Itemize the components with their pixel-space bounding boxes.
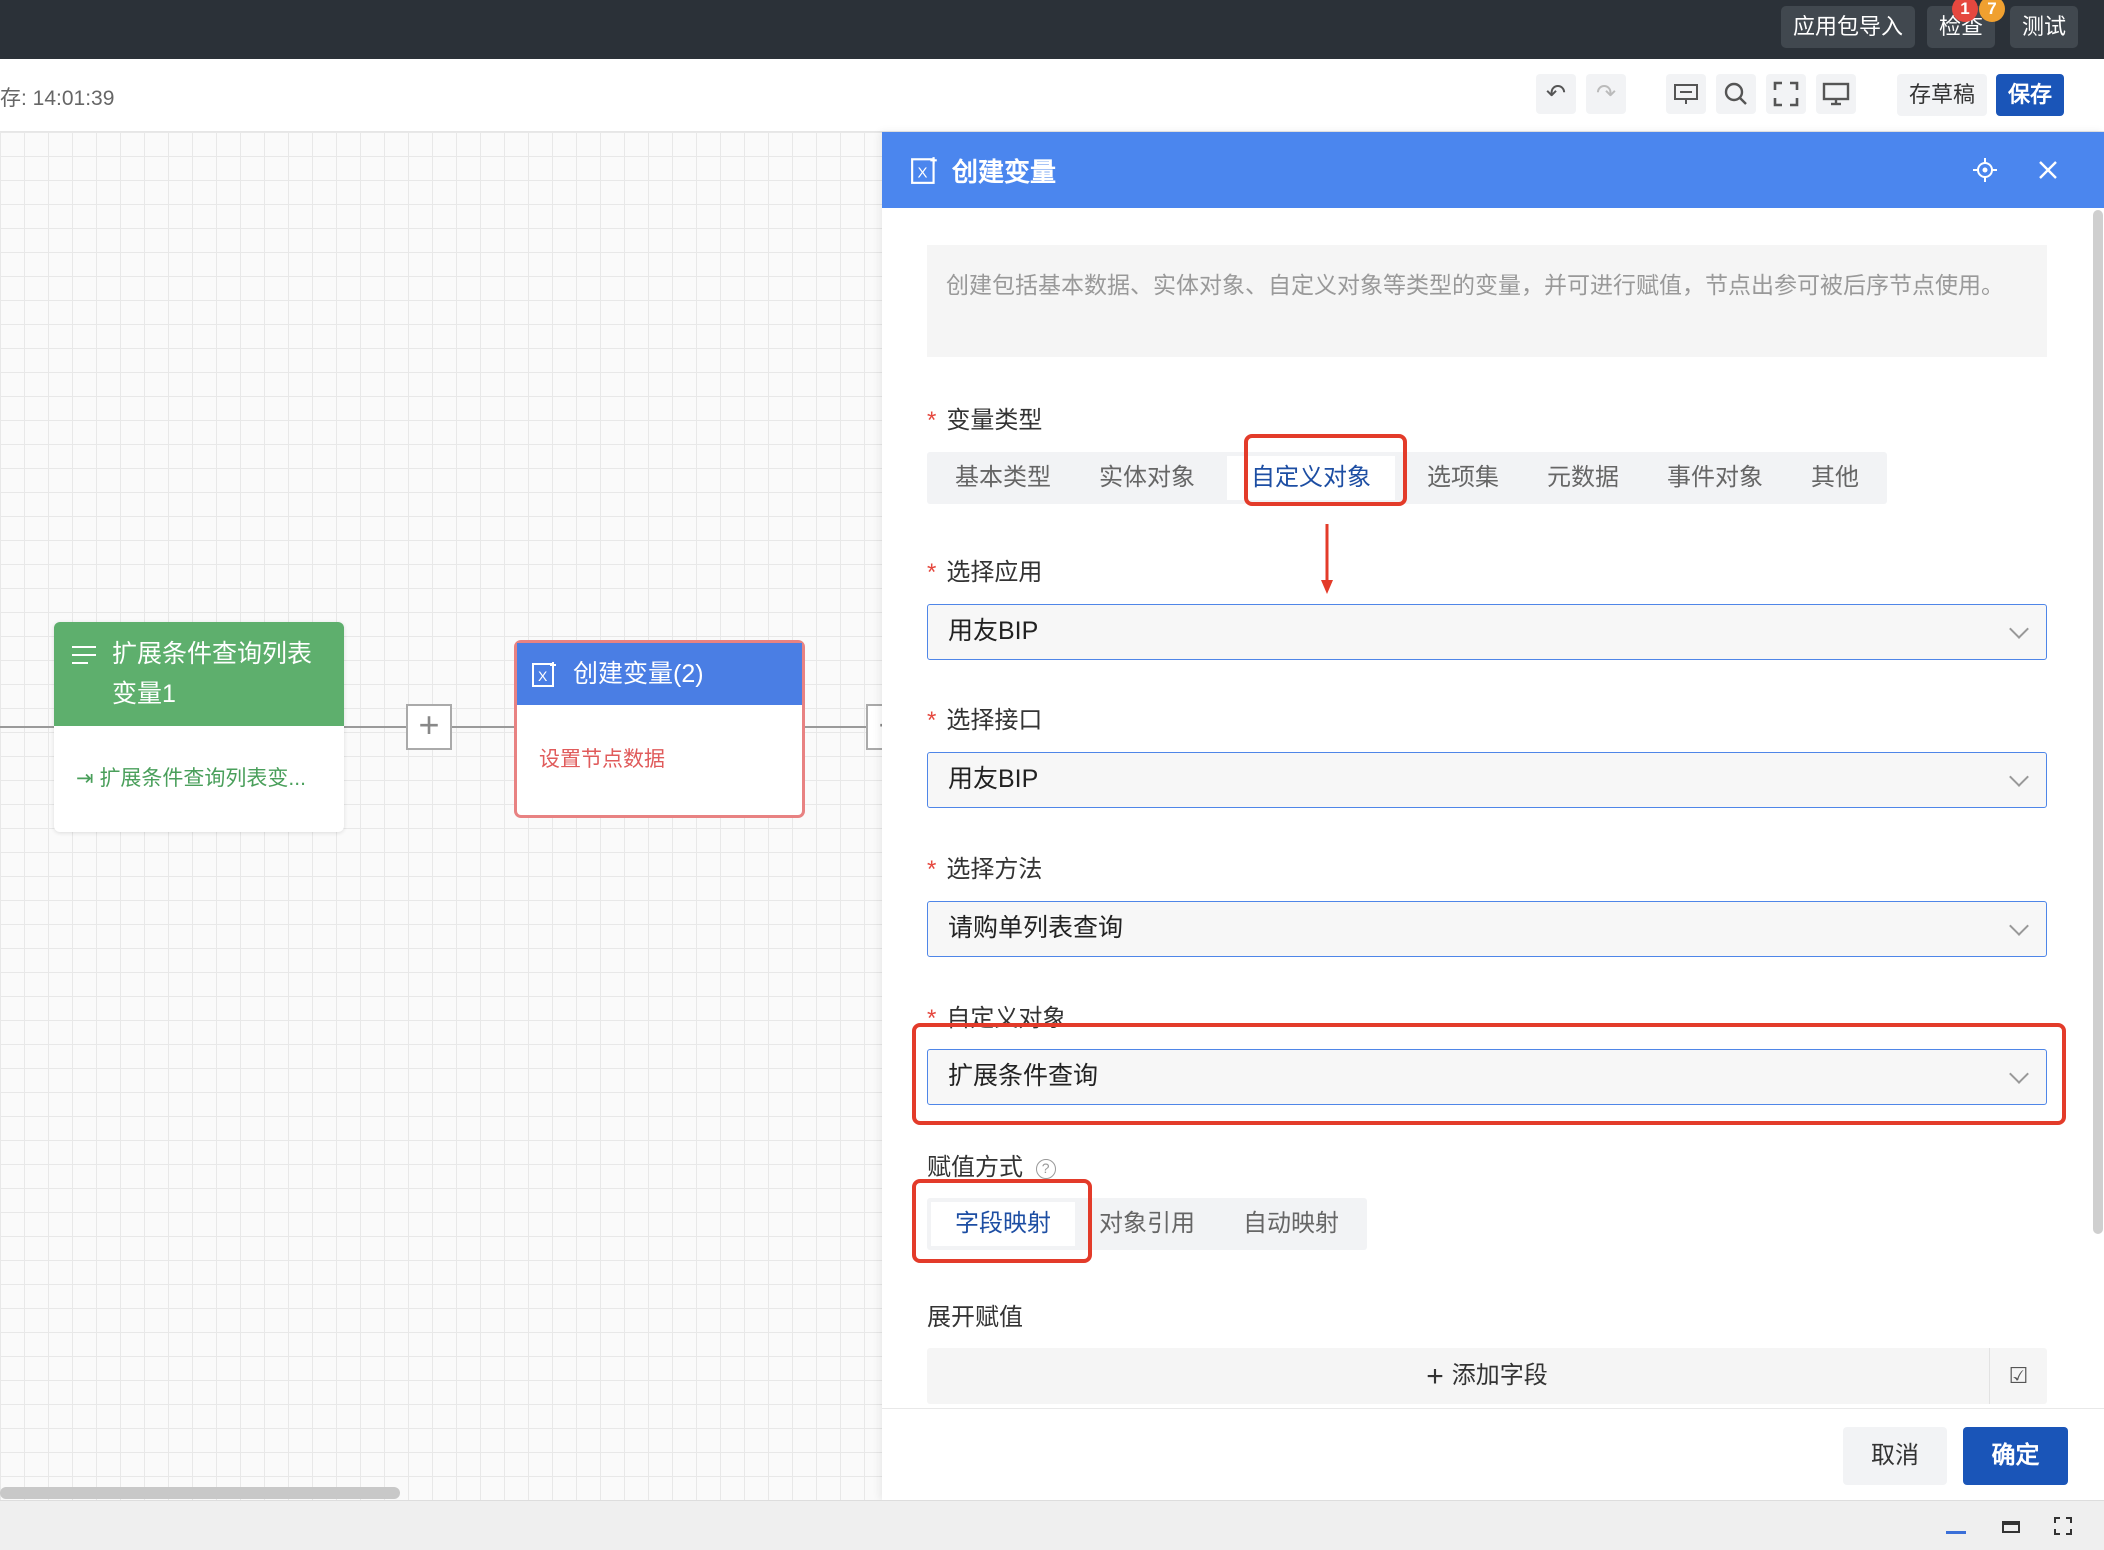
- chevron-down-icon: [2009, 767, 2029, 787]
- warning-count-badge: 7: [1979, 0, 2005, 22]
- app-package-import-button[interactable]: 应用包导入: [1781, 6, 1916, 48]
- panel-footer-divider: [882, 1408, 2104, 1409]
- list-icon: [72, 646, 96, 664]
- save-button[interactable]: 保存: [1996, 74, 2065, 116]
- type-option-basic[interactable]: 基本类型: [931, 456, 1075, 500]
- select-app-value: 用友BIP: [948, 617, 1039, 645]
- cancel-button[interactable]: 取消: [1843, 1427, 1947, 1485]
- bottom-status-bar: [0, 1500, 2104, 1550]
- variable-type-segmented: 基本类型 实体对象 自定义对象 选项集 元数据 事件对象 其他: [927, 452, 1887, 504]
- type-option-metadata[interactable]: 元数据: [1523, 456, 1643, 500]
- help-icon[interactable]: ?: [1035, 1158, 1056, 1179]
- node-output-label: 扩展条件查询列表变...: [99, 767, 306, 790]
- save-draft-button[interactable]: 存草稿: [1897, 74, 1988, 116]
- flow-edge: [0, 726, 54, 728]
- top-bar: 应用包导入 检查 1 7 测试: [0, 0, 2104, 59]
- locate-icon[interactable]: [1972, 157, 1998, 183]
- fullscreen-icon[interactable]: [1766, 74, 1806, 114]
- create-variable-panel: X 创建变量 创建包括基本数据、实体对象、自定义对象等类型的变量，并可进行赋值，…: [882, 132, 2104, 1500]
- type-option-other[interactable]: 其他: [1787, 456, 1883, 500]
- panel-title: 创建变量: [952, 157, 1057, 187]
- node-header: X 创建变量(2): [517, 643, 802, 705]
- svg-text:X: X: [918, 165, 928, 182]
- assign-option-object-reference[interactable]: 对象引用: [1075, 1202, 1219, 1246]
- vertical-scrollbar[interactable]: [2093, 210, 2103, 1234]
- variable-icon: X: [532, 662, 556, 687]
- confirm-button[interactable]: 确定: [1963, 1427, 2068, 1485]
- monitor-icon[interactable]: [1816, 74, 1856, 114]
- highlight-box: [1244, 434, 1407, 506]
- flow-node-create-variable[interactable]: X 创建变量(2) 设置节点数据: [514, 640, 805, 818]
- chevron-down-icon: [2009, 916, 2029, 936]
- expand-icon[interactable]: [2054, 1517, 2072, 1535]
- preview-icon[interactable]: [1666, 74, 1706, 114]
- node-header: 扩展条件查询列表变量1: [54, 622, 344, 726]
- minimize-icon[interactable]: [1946, 1531, 1966, 1534]
- undo-icon[interactable]: ↶: [1536, 74, 1576, 114]
- redo-icon[interactable]: ↷: [1586, 74, 1626, 114]
- horizontal-scrollbar[interactable]: [0, 1487, 400, 1499]
- search-icon[interactable]: [1716, 74, 1756, 114]
- panel-description: 创建包括基本数据、实体对象、自定义对象等类型的变量，并可进行赋值，节点出参可被后…: [927, 245, 2047, 357]
- checklist-icon[interactable]: ☑: [1989, 1348, 2047, 1404]
- expand-assign-label: 展开赋值: [927, 1304, 1023, 1331]
- last-saved-time: 存: 14:01:39: [0, 87, 115, 110]
- assign-option-auto-mapping[interactable]: 自动映射: [1219, 1202, 1363, 1246]
- variable-icon: X: [911, 157, 937, 184]
- highlight-box: [912, 1179, 1092, 1263]
- add-node-button[interactable]: +: [866, 704, 882, 750]
- select-method-value: 请购单列表查询: [948, 914, 1124, 942]
- node-title: 扩展条件查询列表变量1: [112, 640, 313, 708]
- test-button[interactable]: 测试: [2010, 6, 2079, 48]
- highlight-box: [912, 1023, 2066, 1125]
- select-app-label: * 选择应用: [927, 559, 1043, 586]
- annotation-arrow: [1321, 524, 1333, 594]
- output-icon: ⇥: [76, 767, 100, 790]
- add-node-button[interactable]: +: [406, 704, 452, 750]
- type-option-event-object[interactable]: 事件对象: [1643, 456, 1787, 500]
- flow-canvas[interactable]: + + 扩展条件查询列表变量1 ⇥ 扩展条件查询列表变... X 创建变量(2)…: [0, 132, 882, 1500]
- node-title: 创建变量(2): [573, 660, 704, 688]
- chevron-down-icon: [2009, 619, 2029, 639]
- node-body-label: 设置节点数据: [539, 748, 665, 771]
- type-option-option-set[interactable]: 选项集: [1403, 456, 1523, 500]
- close-icon[interactable]: [2037, 159, 2059, 181]
- add-field-label: 添加字段: [1451, 1362, 1548, 1389]
- assign-mode-label: 赋值方式 ?: [927, 1147, 1056, 1182]
- select-method-label: * 选择方法: [927, 856, 1043, 883]
- node-output: ⇥ 扩展条件查询列表变...: [54, 726, 344, 792]
- select-interface-label: * 选择接口: [927, 707, 1043, 734]
- add-field-button[interactable]: + 添加字段 ☑: [927, 1348, 2047, 1404]
- select-method-dropdown[interactable]: 请购单列表查询: [927, 901, 2047, 957]
- select-interface-dropdown[interactable]: 用友BIP: [927, 752, 2047, 808]
- plus-icon: +: [1426, 1360, 1444, 1393]
- svg-text:X: X: [538, 668, 548, 684]
- select-interface-value: 用友BIP: [948, 765, 1039, 793]
- flow-node-list-variable[interactable]: 扩展条件查询列表变量1 ⇥ 扩展条件查询列表变...: [54, 622, 344, 832]
- type-option-entity[interactable]: 实体对象: [1075, 456, 1219, 500]
- variable-type-label: * 变量类型: [927, 407, 1043, 434]
- panel-header: X 创建变量: [882, 132, 2104, 208]
- select-app-dropdown[interactable]: 用友BIP: [927, 604, 2047, 660]
- restore-icon[interactable]: [2002, 1521, 2020, 1533]
